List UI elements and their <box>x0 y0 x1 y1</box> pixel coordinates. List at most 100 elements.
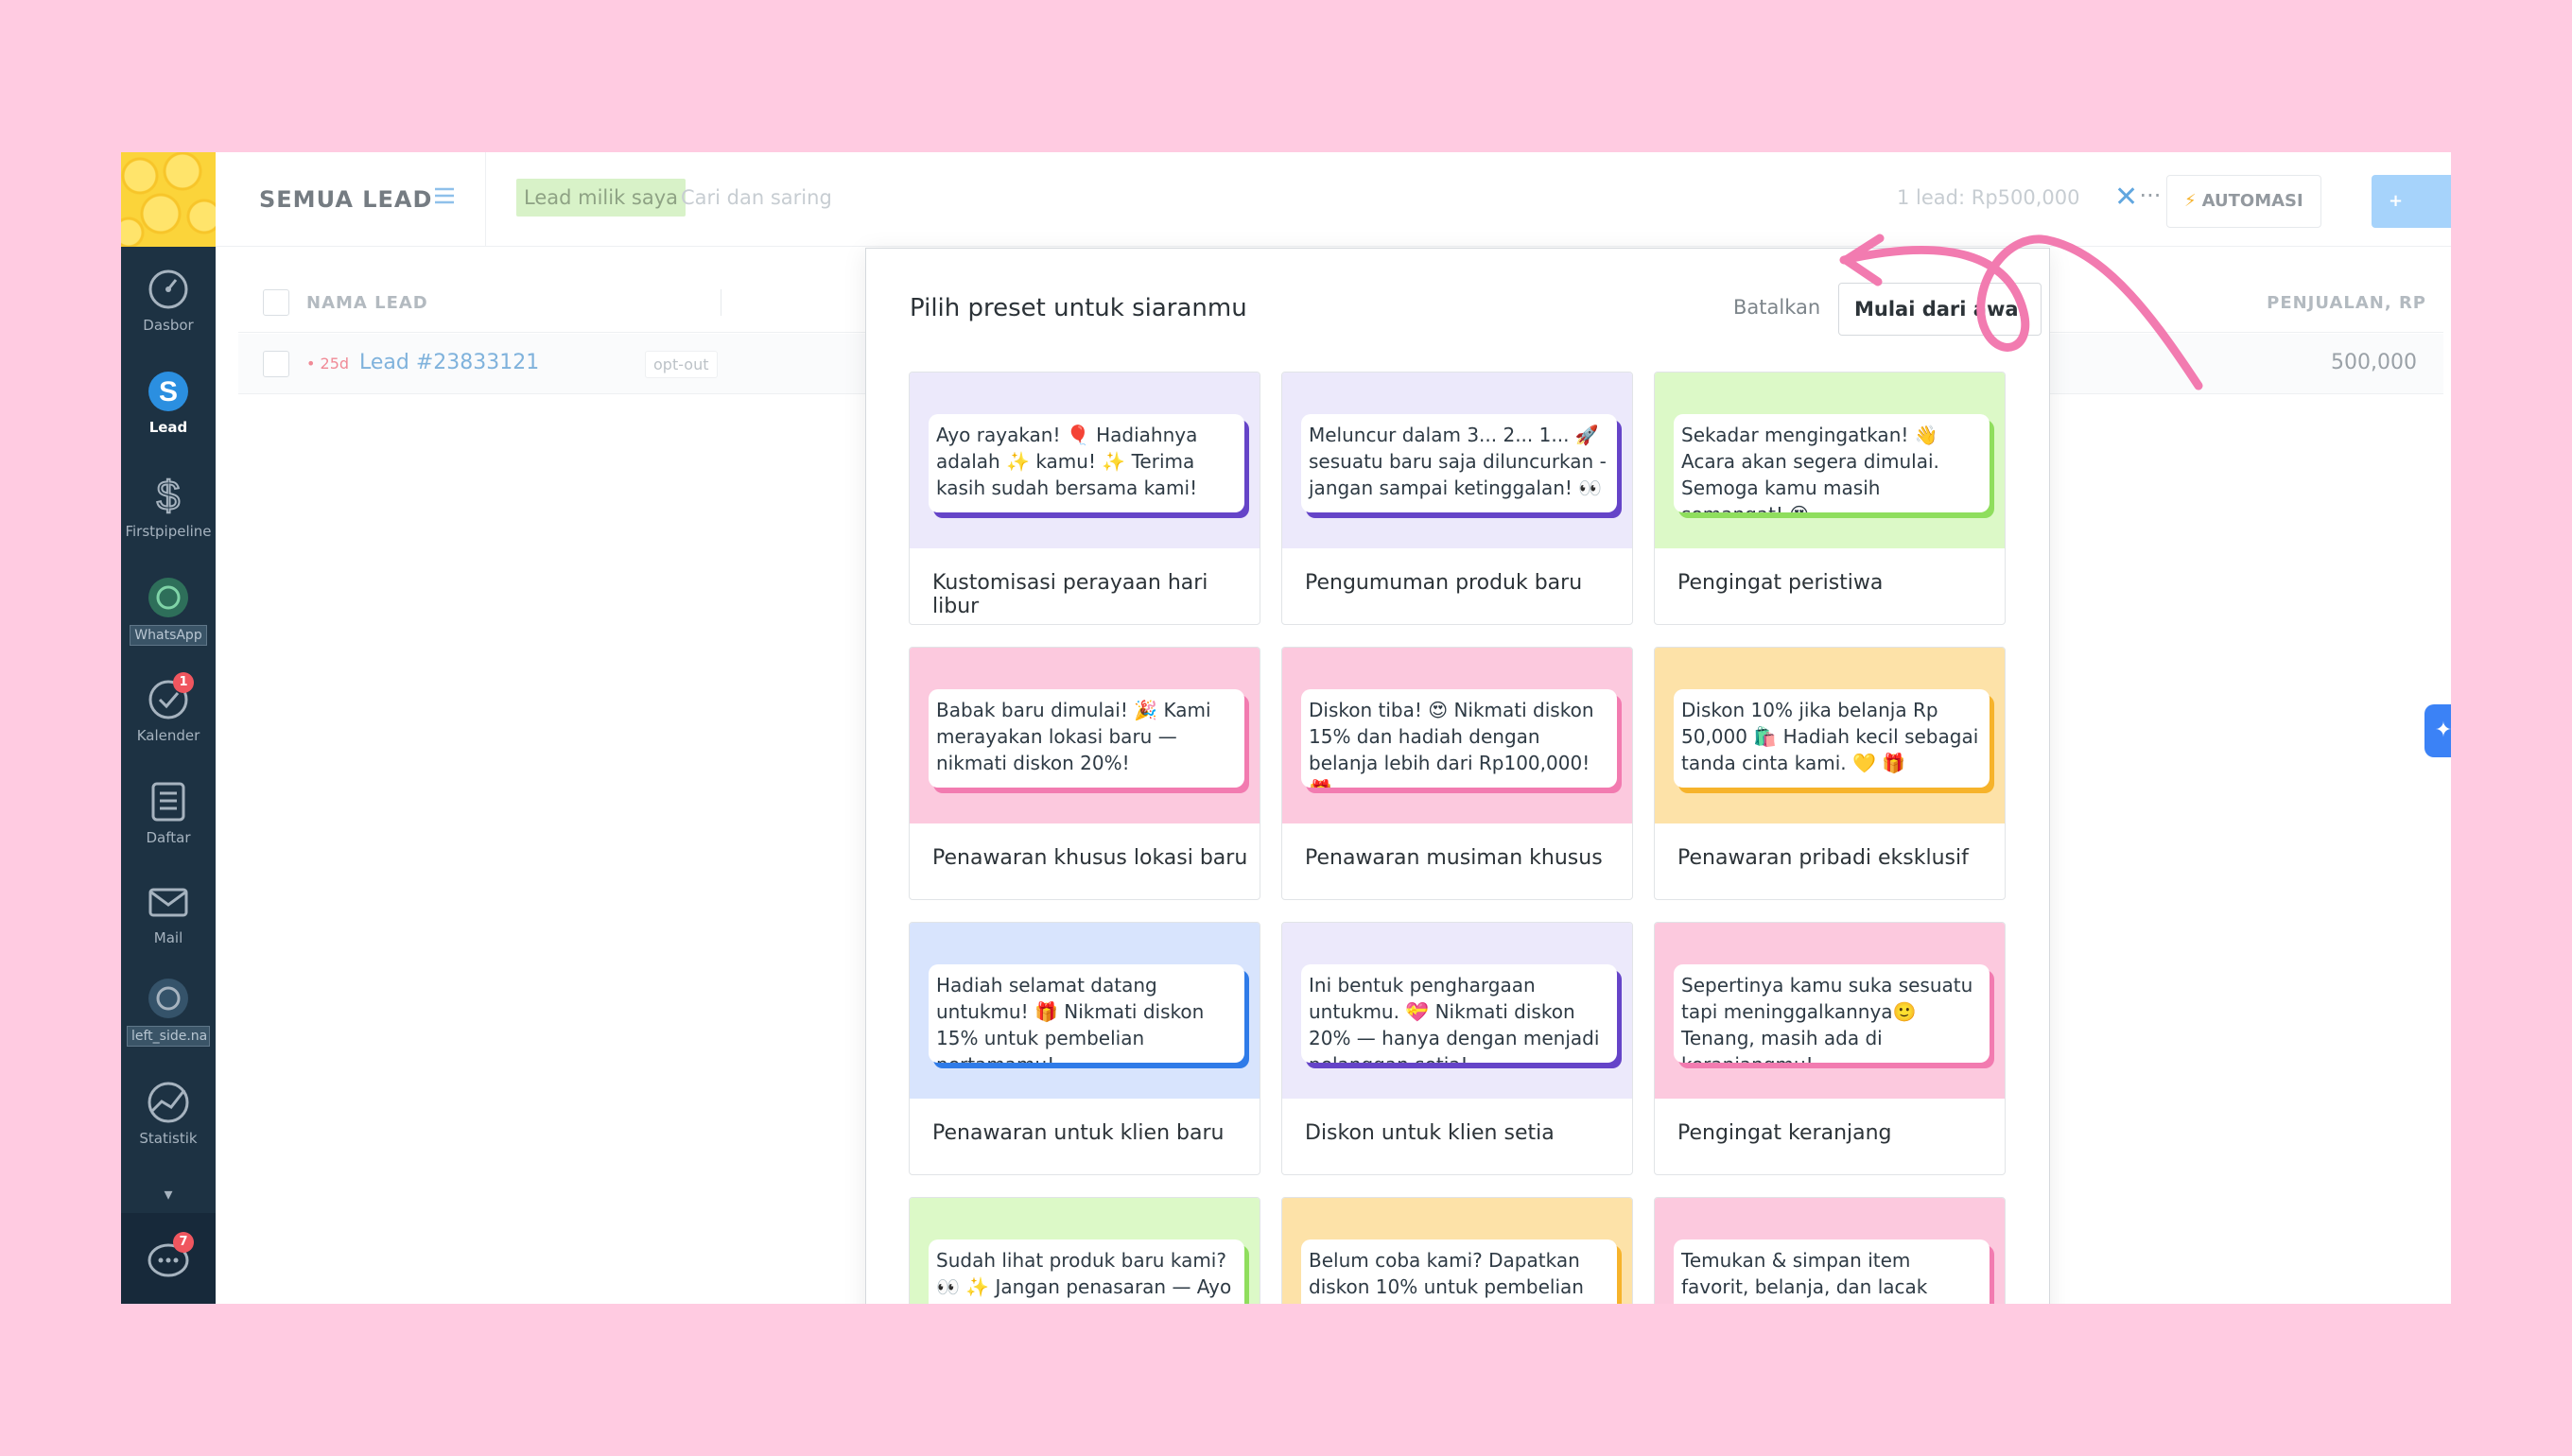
preset-preview: Ayo rayakan! 🎈 Hadiahnya adalah ✨ kamu! … <box>910 373 1260 548</box>
preset-message-bubble: Sekadar mengingatkan! 👋 Acara akan seger… <box>1674 414 1990 512</box>
sidebar-item-firstpipeline[interactable]: $ Firstpipeline <box>121 472 216 540</box>
preset-preview: Temukan & simpan item favorit, belanja, … <box>1655 1198 2005 1304</box>
sidebar-item-label: WhatsApp <box>130 625 207 646</box>
chat-button[interactable]: 7 <box>121 1232 216 1287</box>
preset-card[interactable]: Ayo rayakan! 🎈 Hadiahnya adalah ✨ kamu! … <box>909 372 1260 625</box>
preset-preview: Diskon 10% jika belanja Rp 50,000 🛍️ Had… <box>1655 648 2005 823</box>
preset-card[interactable]: Babak baru dimulai! 🎉 Kami merayakan lok… <box>909 647 1260 900</box>
dollar-icon: $ <box>147 472 190 520</box>
sidebar-item-left-side[interactable]: left_side.na <box>121 977 216 1050</box>
preset-card[interactable]: Diskon 10% jika belanja Rp 50,000 🛍️ Had… <box>1654 647 2006 900</box>
sidebar-item-label: Kalender <box>136 727 200 744</box>
ai-assistant-button[interactable]: ✦ <box>2424 704 2451 757</box>
preset-card[interactable]: Sudah lihat produk baru kami? 👀 ✨ Jangan… <box>909 1197 1260 1304</box>
preset-preview: Diskon tiba! 😍 Nikmati diskon 15% dan ha… <box>1282 648 1632 823</box>
lead-summary: 1 lead: Rp500,000 <box>1897 186 2080 209</box>
preset-message-bubble: Temukan & simpan item favorit, belanja, … <box>1674 1239 1990 1304</box>
preset-preview: Hadiah selamat datang untukmu! 🎁 Nikmati… <box>910 923 1260 1099</box>
check-icon: 1 <box>147 672 194 721</box>
preset-label: Penawaran khusus lokasi baru <box>932 846 1248 870</box>
preset-label: Kustomisasi perayaan hari libur <box>932 571 1208 618</box>
preset-preview: Meluncur dalam 3... 2... 1... 🚀 sesuatu … <box>1282 373 1632 548</box>
preset-preview: Sudah lihat produk baru kami? 👀 ✨ Jangan… <box>910 1198 1260 1304</box>
dashboard-icon <box>147 268 190 311</box>
chevron-down-icon[interactable]: ▾ <box>121 1185 216 1205</box>
preset-message-bubble: Babak baru dimulai! 🎉 Kami merayakan lok… <box>929 689 1244 788</box>
preset-card[interactable]: Temukan & simpan item favorit, belanja, … <box>1654 1197 2006 1304</box>
preset-preview: Sepertinya kamu suka sesuatu tapi mening… <box>1655 923 2005 1099</box>
preset-label: Penawaran untuk klien baru <box>932 1121 1225 1145</box>
preset-message-bubble: Sudah lihat produk baru kami? 👀 ✨ Jangan… <box>929 1239 1244 1304</box>
preset-message-bubble: Ini bentuk penghargaan untukmu. 💝 Nikmat… <box>1301 964 1617 1063</box>
divider <box>485 152 486 247</box>
preset-card[interactable]: Sepertinya kamu suka sesuatu tapi mening… <box>1654 922 2006 1175</box>
lead-name-link[interactable]: Lead #23833121 <box>359 351 539 374</box>
chat-icon: 7 <box>147 1232 194 1281</box>
preset-preview: Ini bentuk penghargaan untukmu. 💝 Nikmat… <box>1282 923 1632 1099</box>
preset-message-bubble: Diskon tiba! 😍 Nikmati diskon 15% dan ha… <box>1301 689 1617 788</box>
preset-label: Pengingat keranjang <box>1677 1121 1892 1145</box>
sidebar-item-daftar[interactable]: Daftar <box>121 780 216 846</box>
column-header-name[interactable]: NAMA LEAD <box>306 293 428 313</box>
preset-card[interactable]: Diskon tiba! 😍 Nikmati diskon 15% dan ha… <box>1281 647 1633 900</box>
sidebar-item-label: left_side.na <box>127 1026 210 1047</box>
svg-text:S: S <box>159 376 178 407</box>
preset-message-bubble: Ayo rayakan! 🎈 Hadiahnya adalah ✨ kamu! … <box>929 414 1244 512</box>
kalender-badge: 1 <box>173 672 194 693</box>
whatsapp-icon <box>147 977 190 1020</box>
menu-icon[interactable] <box>433 184 456 207</box>
page-title: SEMUA LEAD <box>259 186 433 213</box>
stats-icon <box>147 1081 190 1124</box>
optout-badge: opt-out <box>645 351 718 378</box>
preset-message-bubble: Sepertinya kamu suka sesuatu tapi mening… <box>1674 964 1990 1063</box>
new-lead-button[interactable]: + LEAD BARU <box>2372 175 2451 317</box>
sidebar-item-label: Lead <box>148 419 188 436</box>
sidebar-item-dasbor[interactable]: Dasbor <box>121 268 216 334</box>
lead-icon: S <box>147 370 190 413</box>
more-button[interactable]: ··· <box>2131 179 2169 217</box>
preset-card[interactable]: Belum coba kami? Dapatkan diskon 10% unt… <box>1281 1197 1633 1304</box>
sidebar-item-label: Daftar <box>146 829 191 846</box>
preset-card[interactable]: Hadiah selamat datang untukmu! 🎁 Nikmati… <box>909 922 1260 1175</box>
search-input[interactable]: Cari dan saring <box>681 186 832 209</box>
automation-label: AUTOMASI <box>2201 191 2303 211</box>
preset-message-bubble: Belum coba kami? Dapatkan diskon 10% unt… <box>1301 1239 1617 1304</box>
chat-area: 7 <box>121 1213 216 1304</box>
annotation-arrow <box>1839 234 2203 390</box>
preset-message-bubble: Hadiah selamat datang untukmu! 🎁 Nikmati… <box>929 964 1244 1063</box>
sidebar-item-lead[interactable]: S Lead <box>121 370 216 436</box>
sidebar-item-mail[interactable]: Mail <box>121 880 216 946</box>
preset-label: Penawaran pribadi eksklusif <box>1677 846 1969 870</box>
preset-card[interactable]: Meluncur dalam 3... 2... 1... 🚀 sesuatu … <box>1281 372 1633 625</box>
sidebar-item-kalender[interactable]: 1 Kalender <box>121 672 216 744</box>
chat-badge: 7 <box>173 1232 194 1253</box>
sidebar-item-statistik[interactable]: Statistik <box>121 1081 216 1147</box>
sidebar-item-label: Firstpipeline <box>125 523 212 540</box>
modal-title: Pilih preset untuk siaranmu <box>910 294 1247 322</box>
select-all-checkbox[interactable] <box>263 289 289 316</box>
list-icon <box>147 780 190 823</box>
preset-label: Diskon untuk klien setia <box>1305 1121 1555 1145</box>
preset-label: Pengumuman produk baru <box>1305 571 1583 595</box>
sidebar-item-label: Dasbor <box>143 317 194 334</box>
lead-age: • 25d <box>306 355 350 373</box>
column-header-sales[interactable]: PENJUALAN, RP <box>2267 293 2426 313</box>
preset-message-bubble: Diskon 10% jika belanja Rp 50,000 🛍️ Had… <box>1674 689 1990 788</box>
sidebar-item-label: Statistik <box>139 1130 198 1147</box>
whatsapp-icon <box>147 576 190 619</box>
preset-message-bubble: Meluncur dalam 3... 2... 1... 🚀 sesuatu … <box>1301 414 1617 512</box>
bolt-icon: ⚡ <box>2184 191 2197 211</box>
row-checkbox[interactable] <box>263 351 289 377</box>
preset-card[interactable]: Sekadar mengingatkan! 👋 Acara akan seger… <box>1654 372 2006 625</box>
account-logo[interactable] <box>121 152 216 247</box>
left-sidebar: Dasbor S Lead $ Firstpipeline WhatsApp 1 <box>121 152 216 1304</box>
preset-preview: Babak baru dimulai! 🎉 Kami merayakan lok… <box>910 648 1260 823</box>
svg-text:$: $ <box>157 474 180 517</box>
preset-label: Penawaran musiman khusus <box>1305 846 1603 870</box>
mail-icon <box>147 880 190 924</box>
sidebar-item-label: Mail <box>153 929 183 946</box>
filter-chip[interactable]: Lead milik saya <box>516 179 686 217</box>
sidebar-item-whatsapp[interactable]: WhatsApp <box>121 576 216 650</box>
lead-sales: 500,000 <box>2331 351 2417 374</box>
preset-card[interactable]: Ini bentuk penghargaan untukmu. 💝 Nikmat… <box>1281 922 1633 1175</box>
